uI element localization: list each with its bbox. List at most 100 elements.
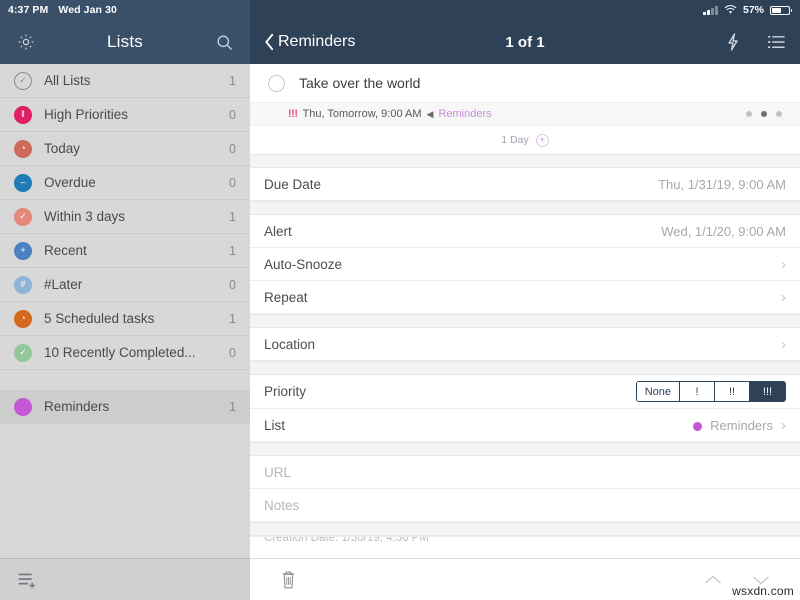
duration-label: 1 Day <box>501 134 528 146</box>
row-value: Thu, 1/31/19, 9:00 AM <box>658 177 786 192</box>
list-color-dot <box>693 422 702 431</box>
priority-circle-icon: ‖ <box>14 106 32 124</box>
sidebar-item-later[interactable]: ##Later0 <box>0 268 250 302</box>
back-button-label: Reminders <box>278 33 355 51</box>
circle-checkbox-icon[interactable] <box>268 75 285 92</box>
watermark: wsxdn.com <box>732 584 794 598</box>
priority-option-3[interactable]: !!! <box>750 382 785 401</box>
sidebar-item-reminders[interactable]: Reminders 1 <box>0 390 250 424</box>
detail-row-location[interactable]: Location › <box>250 328 800 361</box>
list-menu-icon[interactable] <box>767 34 786 50</box>
sidebar-item-count: 1 <box>229 400 236 414</box>
detail-row-repeat[interactable]: Repeat › <box>250 281 800 314</box>
detail-scroll-area[interactable]: Take over the world !!! Thu, Tomorrow, 9… <box>250 64 800 558</box>
back-button[interactable]: Reminders <box>264 33 355 51</box>
sidebar-item-label: Reminders <box>44 399 217 414</box>
sidebar-item-5-scheduled-tasks[interactable]: ◔ 5 Scheduled tasks 1 <box>0 302 250 336</box>
section-divider <box>250 314 800 328</box>
speaker-icon: ◀ <box>427 109 434 120</box>
duration-row: 1 Day + <box>250 126 800 154</box>
ios-status-bar-left: 4:37 PM Wed Jan 30 <box>0 0 250 20</box>
sidebar-toolbar <box>0 558 250 600</box>
priority-option-1[interactable]: ! <box>680 382 715 401</box>
detail-row-auto-snooze[interactable]: Auto-Snooze › <box>250 248 800 281</box>
row-label: Location <box>264 337 315 352</box>
search-icon[interactable] <box>215 33 234 52</box>
sidebar-item-overdue[interactable]: –Overdue0 <box>0 166 250 200</box>
lightning-icon[interactable] <box>725 32 741 52</box>
add-list-icon[interactable] <box>16 570 40 590</box>
check-circle-outline-icon: ✓ <box>14 72 32 90</box>
sidebar-item-count: 1 <box>229 312 236 326</box>
section-divider <box>250 201 800 215</box>
clock-circle-icon: ◔ <box>14 310 32 328</box>
detail-row-due-date[interactable]: Due Date Thu, 1/31/19, 9:00 AM <box>250 168 800 201</box>
battery-percent: 57% <box>743 4 764 16</box>
sidebar-item-count: 1 <box>229 244 236 258</box>
task-list-name: Reminders <box>438 108 491 120</box>
row-label: Alert <box>264 224 292 239</box>
sidebar-item-label: 10 Recently Completed... <box>44 345 217 360</box>
lists-sidebar: 4:37 PM Wed Jan 30 Lists ✓ All Lists 1 ‖ Hig… <box>0 0 250 600</box>
cellular-signal-icon <box>703 6 718 15</box>
url-placeholder: URL <box>264 465 291 480</box>
sidebar-item-count: 1 <box>229 74 236 88</box>
detail-row-notes[interactable]: Notes <box>250 489 800 522</box>
row-label: List <box>264 418 285 433</box>
sidebar-item-label: Recent <box>44 243 217 258</box>
sidebar-item-label: #Later <box>44 277 217 292</box>
sidebar-item-10-recently-completed[interactable]: ✓10 Recently Completed...0 <box>0 336 250 370</box>
sidebar-item-count: 0 <box>229 278 236 292</box>
priority-option-2[interactable]: !! <box>715 382 750 401</box>
chevron-up-icon[interactable] <box>704 574 722 586</box>
row-label: Priority <box>264 384 306 399</box>
sidebar-item-today[interactable]: ◔ Today 0 <box>0 132 250 166</box>
sidebar-item-label: High Priorities <box>44 107 217 122</box>
detail-row-list[interactable]: List Reminders › <box>250 409 800 442</box>
sidebar-item-recent[interactable]: + Recent 1 <box>0 234 250 268</box>
priority-option-0[interactable]: None <box>637 382 680 401</box>
row-label: Auto-Snooze <box>264 257 342 272</box>
sidebar-item-within-3-days[interactable]: ✓ Within 3 days 1 <box>0 200 250 234</box>
creation-date-text: Creation Date: 1/30/19, 4:36 PM <box>264 536 429 544</box>
chevron-right-icon: › <box>781 337 786 352</box>
priority-marks: !!! <box>288 108 298 120</box>
check-circle-icon: ✓ <box>14 208 32 226</box>
task-title-row[interactable]: Take over the world <box>250 64 800 102</box>
section-divider <box>250 522 800 536</box>
sidebar-item-high-priorities[interactable]: ‖High Priorities0 <box>0 98 250 132</box>
sidebar-item-label: All Lists <box>44 73 217 88</box>
detail-toolbar: wsxdn.com <box>250 558 800 600</box>
trash-icon[interactable] <box>280 569 297 590</box>
priority-segmented-control[interactable]: None!!!!!! <box>636 381 786 402</box>
page-dot <box>746 111 752 117</box>
chevron-left-icon <box>264 33 275 51</box>
page-dot-active <box>761 111 767 117</box>
detail-row-alert[interactable]: Alert Wed, 1/1/20, 9:00 AM <box>250 215 800 248</box>
task-meta-row: !!! Thu, Tomorrow, 9:00 AM ◀ Reminders <box>250 102 800 126</box>
clock-circle-icon: ◔ <box>14 140 32 158</box>
detail-row-url[interactable]: URL <box>250 456 800 489</box>
plus-circle-icon: + <box>14 242 32 260</box>
page-dot <box>776 111 782 117</box>
row-value: Wed, 1/1/20, 9:00 AM <box>661 224 786 239</box>
row-label: Repeat <box>264 290 308 305</box>
sidebar-navbar: Lists <box>0 20 250 64</box>
sidebar-item-count: 0 <box>229 142 236 156</box>
detail-navbar: Reminders 1 of 1 <box>250 20 800 64</box>
sidebar-item-label: Overdue <box>44 175 217 190</box>
sidebar-item-count: 1 <box>229 210 236 224</box>
sidebar-item-label: Within 3 days <box>44 209 217 224</box>
app-root: 4:37 PM Wed Jan 30 Lists ✓ All Lists 1 ‖ Hig… <box>0 0 800 600</box>
detail-row-priority[interactable]: Priority None!!!!!! <box>250 375 800 409</box>
sidebar-item-label: Today <box>44 141 217 156</box>
sidebar-item-all-lists[interactable]: ✓ All Lists 1 <box>0 64 250 98</box>
check-circle-icon: ✓ <box>14 344 32 362</box>
chevron-right-icon: › <box>781 257 786 272</box>
sidebar-item-label: 5 Scheduled tasks <box>44 311 217 326</box>
status-date: Wed Jan 30 <box>58 4 117 16</box>
gear-icon[interactable] <box>16 32 36 52</box>
page-dots <box>746 111 782 117</box>
plus-circle-icon[interactable]: + <box>536 134 549 147</box>
section-divider <box>250 154 800 168</box>
